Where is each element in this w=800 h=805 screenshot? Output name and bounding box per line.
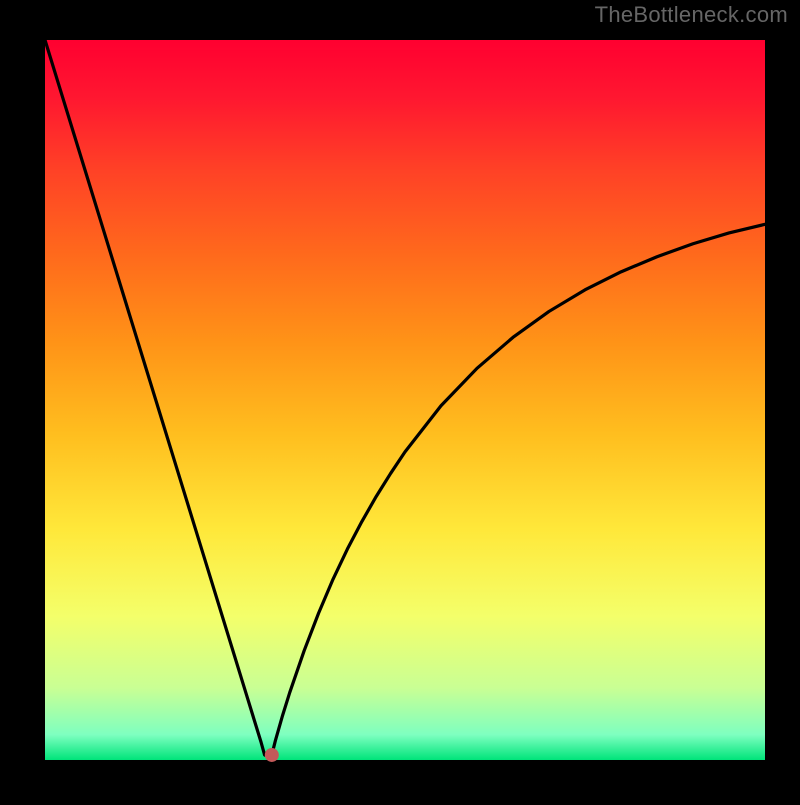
bottleneck-chart: TheBottleneck.com bbox=[0, 0, 800, 800]
gradient-background bbox=[45, 40, 765, 760]
watermark-text: TheBottleneck.com bbox=[595, 2, 788, 28]
optimum-marker bbox=[265, 748, 279, 762]
chart-svg bbox=[0, 0, 800, 800]
